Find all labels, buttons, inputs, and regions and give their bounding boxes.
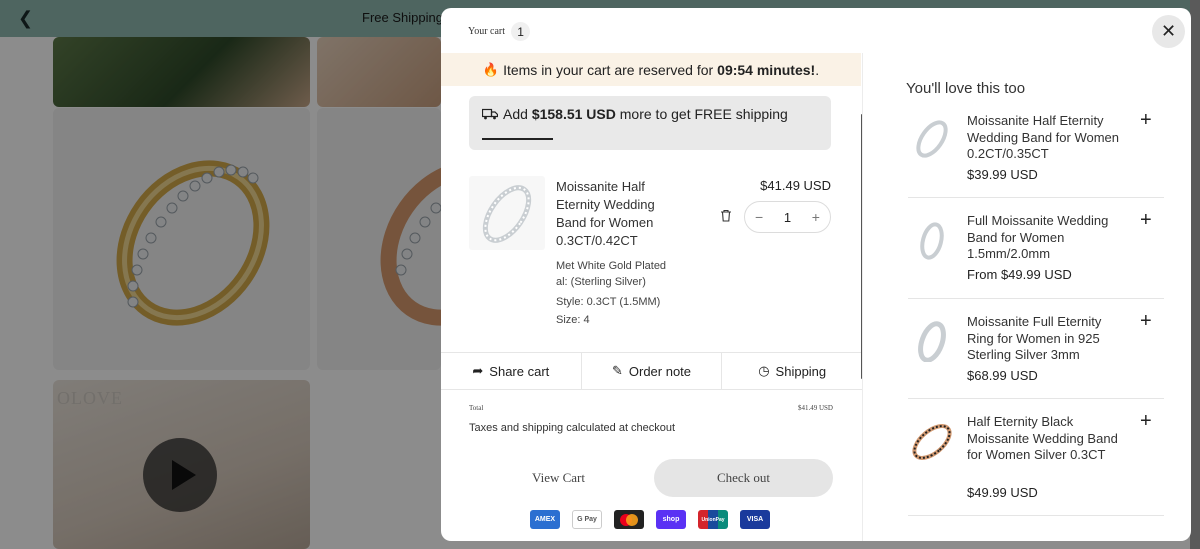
- shipping-message: Add $158.51 USD more to get FREE shippin…: [503, 106, 788, 122]
- cart-column: Your cart 1 🔥 Items in your cart are res…: [441, 8, 863, 541]
- recommendation-title[interactable]: Full Moissanite Wedding Band for Women 1…: [967, 213, 1127, 263]
- reservation-timer: 09:54 minutes!: [717, 61, 816, 78]
- visa-icon: VISA: [740, 510, 770, 529]
- silver-ring-image: [916, 120, 948, 158]
- cart-drawer: Your cart 1 🔥 Items in your cart are res…: [441, 8, 1191, 541]
- cart-header: Your cart 1: [468, 22, 531, 41]
- recommendation-item[interactable]: Moissanite Full Eternity Ring for Women …: [908, 310, 1164, 399]
- recommendation-title[interactable]: Moissanite Half Eternity Wedding Band fo…: [967, 113, 1127, 163]
- recommendation-price: $39.99 USD: [967, 167, 1038, 182]
- quantity-value[interactable]: 1: [784, 210, 791, 225]
- silver-ring-image: [482, 185, 532, 243]
- recommendation-price: From $49.99 USD: [967, 267, 1072, 282]
- reservation-text: Items in your cart are reserved for: [503, 61, 714, 78]
- cart-item-title[interactable]: Moissanite Half Eternity Wedding Band fo…: [556, 178, 686, 250]
- quantity-stepper: − 1 +: [744, 201, 831, 233]
- checkout-button[interactable]: Check out: [654, 459, 833, 497]
- view-cart-button[interactable]: View Cart: [501, 459, 616, 497]
- plus-icon[interactable]: +: [1140, 109, 1152, 132]
- shipping-amount: $158.51 USD: [531, 106, 616, 122]
- silver-ring-image: [918, 321, 946, 362]
- order-note-label: Order note: [628, 363, 692, 379]
- clock-icon: ◷: [758, 363, 770, 378]
- shipping-estimate-label: Shipping: [775, 363, 827, 379]
- cart-item-option-metal-2: al: (Sterling Silver): [556, 276, 646, 288]
- rose-black-ring-image: [912, 424, 952, 460]
- silver-ring-image: [920, 222, 944, 260]
- cart-item-image[interactable]: [469, 176, 545, 250]
- shipping-estimate-button[interactable]: ◷ Shipping: [722, 353, 862, 389]
- google-pay-icon: G Pay: [572, 510, 602, 529]
- taxes-note: Taxes and shipping calculated at checkou…: [469, 422, 676, 434]
- recommendation-item[interactable]: Half Eternity Black Moissanite Wedding B…: [908, 410, 1164, 516]
- plus-icon[interactable]: +: [1140, 310, 1152, 333]
- recommendation-price: $49.99 USD: [967, 485, 1038, 500]
- truck-icon: [482, 108, 498, 120]
- cart-item-price: $41.49 USD: [760, 178, 831, 193]
- recommendation-item[interactable]: Full Moissanite Wedding Band for Women 1…: [908, 209, 1164, 299]
- cart-line-item: Moissanite Half Eternity Wedding Band fo…: [469, 176, 833, 326]
- recommendation-title[interactable]: Moissanite Full Eternity Ring for Women …: [967, 314, 1127, 364]
- share-icon: ➦: [472, 363, 484, 378]
- cart-actions-bar: ➦ Share cart ✎ Order note ◷ Shipping: [441, 352, 862, 390]
- recommendations-title: You'll love this too: [906, 80, 1026, 97]
- plus-icon[interactable]: +: [1140, 209, 1152, 232]
- reservation-suffix: .: [815, 61, 820, 78]
- total-label: Total: [469, 404, 484, 412]
- close-icon[interactable]: ✕: [1152, 15, 1185, 48]
- cart-item-option-style: Style: 0.3CT (1.5MM): [556, 296, 661, 308]
- share-cart-label: Share cart: [489, 363, 550, 379]
- shipping-progress-bar: [482, 138, 818, 140]
- trash-icon[interactable]: [720, 209, 732, 225]
- shop-pay-icon: shop: [656, 510, 686, 529]
- fire-icon: 🔥: [482, 61, 500, 77]
- reservation-banner: 🔥 Items in your cart are reserved for 09…: [441, 53, 861, 86]
- cart-count-badge: 1: [511, 22, 531, 41]
- shipping-progress-fill: [482, 138, 553, 140]
- order-note-button[interactable]: ✎ Order note: [582, 353, 723, 389]
- shipping-prefix: Add: [503, 106, 528, 122]
- recommendation-title[interactable]: Half Eternity Black Moissanite Wedding B…: [967, 414, 1127, 464]
- shipping-suffix: more to get FREE shipping: [619, 106, 788, 122]
- total-value: $41.49 USD: [797, 404, 833, 412]
- recommendations-column: You'll love this too Moissanite Half Ete…: [863, 8, 1191, 541]
- plus-icon[interactable]: +: [1140, 410, 1152, 433]
- quantity-increase-button[interactable]: +: [812, 209, 820, 225]
- cart-title: Your cart: [468, 26, 506, 37]
- unionpay-icon: UnionPay: [698, 510, 728, 529]
- cart-item-option-size: Size: 4: [556, 314, 590, 326]
- amex-icon: AMEX: [530, 510, 560, 529]
- note-icon: ✎: [611, 363, 623, 378]
- recommendation-price: $68.99 USD: [967, 368, 1038, 383]
- free-shipping-progress: Add $158.51 USD more to get FREE shippin…: [469, 96, 831, 150]
- share-cart-button[interactable]: ➦ Share cart: [441, 353, 582, 389]
- mastercard-icon: [614, 510, 644, 529]
- quantity-decrease-button[interactable]: −: [755, 209, 763, 225]
- payment-methods: AMEX G Pay shop UnionPay VISA: [530, 510, 770, 529]
- cart-item-option-metal: Met White Gold Plated: [556, 260, 667, 272]
- recommendation-item[interactable]: Moissanite Half Eternity Wedding Band fo…: [908, 109, 1164, 198]
